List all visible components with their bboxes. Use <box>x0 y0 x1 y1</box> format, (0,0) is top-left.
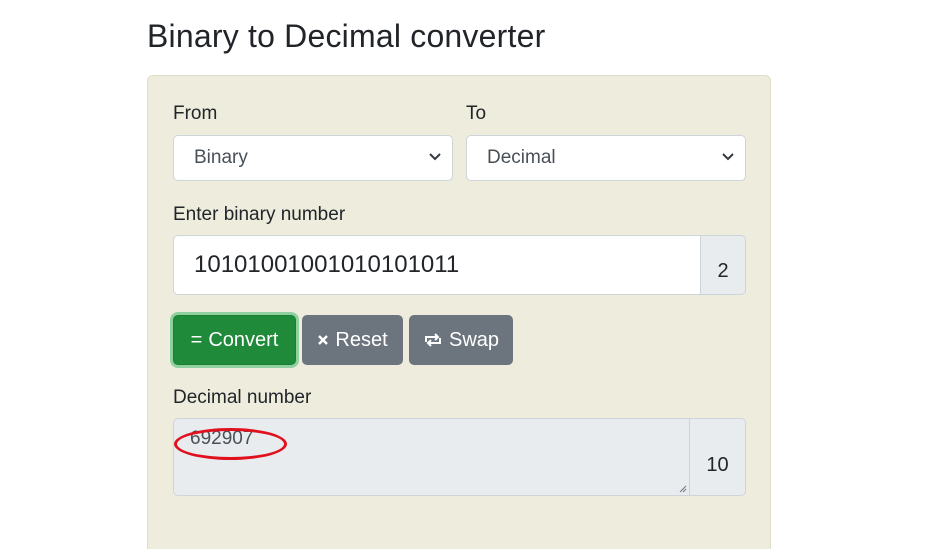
to-label: To <box>466 103 487 124</box>
swap-button-label: Swap <box>448 328 500 351</box>
decimal-result-label: Decimal number <box>173 387 312 408</box>
from-select-value: Binary <box>194 147 248 168</box>
reset-button-label: Reset <box>335 328 388 351</box>
to-select-value: Decimal <box>487 147 556 168</box>
decimal-result-group: 692907 10 <box>173 418 746 496</box>
result-base-addon: 10 <box>690 418 746 496</box>
convert-button-label: Convert <box>208 328 279 351</box>
equals-icon: = <box>190 328 203 351</box>
to-select[interactable]: Decimal <box>466 135 746 181</box>
binary-input-group: 10101001001010101011 2 <box>173 235 746 295</box>
times-icon <box>318 335 329 345</box>
from-select[interactable]: Binary <box>173 135 453 181</box>
decimal-result-value: 692907 <box>190 428 254 449</box>
decimal-result-textarea[interactable]: 692907 <box>173 418 690 496</box>
binary-input-label: Enter binary number <box>173 204 346 225</box>
page-title: Binary to Decimal converter <box>147 18 546 54</box>
binary-input[interactable]: 10101001001010101011 <box>173 235 701 295</box>
swap-icon <box>424 333 441 347</box>
from-label: From <box>173 103 218 124</box>
chevron-down-icon <box>722 153 734 161</box>
swap-button[interactable]: Swap <box>409 315 513 365</box>
chevron-down-icon <box>429 153 441 161</box>
reset-button[interactable]: Reset <box>302 315 403 365</box>
resize-grip-icon[interactable] <box>677 483 687 493</box>
input-base-addon: 2 <box>701 235 746 295</box>
convert-button[interactable]: = Convert <box>173 315 296 365</box>
